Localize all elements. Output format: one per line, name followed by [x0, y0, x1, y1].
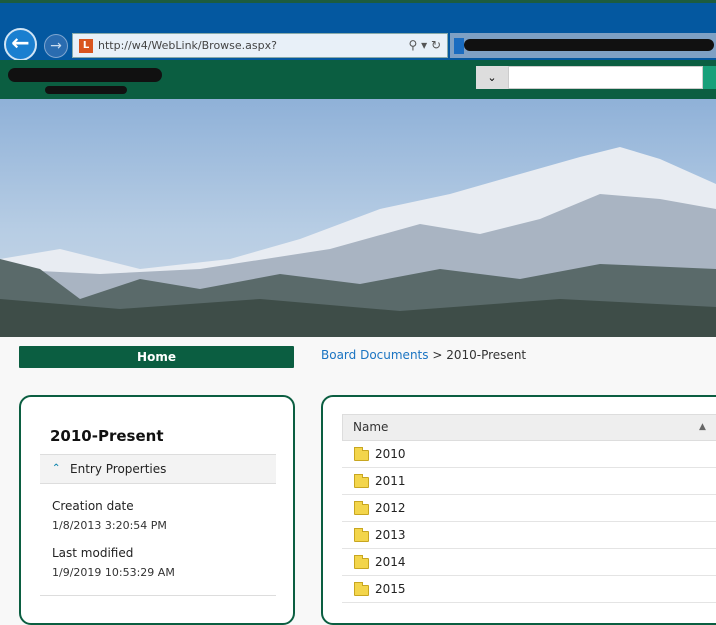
- breadcrumb: Board Documents > 2010-Present: [321, 348, 526, 362]
- breadcrumb-current: 2010-Present: [446, 348, 527, 362]
- home-button[interactable]: Home: [19, 346, 294, 368]
- folder-name: 2014: [375, 555, 406, 569]
- breadcrumb-board-documents[interactable]: Board Documents: [321, 348, 429, 362]
- sort-ascending-icon: ▲: [699, 422, 706, 432]
- entry-properties-toggle[interactable]: ⌃ Entry Properties: [40, 454, 276, 484]
- folder-row[interactable]: 2012: [342, 495, 716, 522]
- entry-title: 2010-Present: [50, 427, 164, 445]
- folder-icon: [354, 447, 369, 461]
- search-refresh-icon[interactable]: ⚲ ▾ ↻: [409, 34, 442, 57]
- search-input[interactable]: [508, 66, 703, 89]
- folder-list-panel: Name ▲ 2010 2011 2012 2013 2014 2015: [321, 395, 716, 625]
- forward-button[interactable]: →: [44, 34, 68, 58]
- logo-redaction: [45, 86, 127, 94]
- column-label: Name: [353, 420, 389, 434]
- folder-name: 2012: [375, 501, 406, 515]
- site-favicon-icon: L: [79, 39, 93, 53]
- property-value: 1/8/2013 3:20:54 PM: [52, 519, 167, 532]
- folder-row[interactable]: 2010: [342, 441, 716, 468]
- folder-name: 2011: [375, 474, 406, 488]
- property-label: Last modified: [52, 546, 134, 560]
- browser-tab[interactable]: [450, 33, 716, 58]
- divider: [40, 595, 276, 596]
- name-column-header[interactable]: Name ▲: [342, 414, 716, 441]
- back-button[interactable]: ←: [4, 28, 37, 61]
- folder-icon: [354, 528, 369, 542]
- folder-name: 2013: [375, 528, 406, 542]
- address-bar[interactable]: L http://w4/WebLink/Browse.aspx?id=54589…: [72, 33, 448, 75]
- folder-row[interactable]: 2013: [342, 522, 716, 549]
- search-scope-dropdown[interactable]: ⌄: [476, 66, 508, 89]
- folder-icon: [354, 582, 369, 596]
- folder-row[interactable]: 2014: [342, 549, 716, 576]
- folder-row[interactable]: 2011: [342, 468, 716, 495]
- folder-icon: [354, 474, 369, 488]
- mountain-banner-image: [0, 99, 716, 337]
- breadcrumb-separator: >: [432, 348, 443, 362]
- property-value: 1/9/2019 10:53:29 AM: [52, 566, 175, 579]
- folder-icon: [354, 555, 369, 569]
- logo-redaction: [8, 68, 162, 82]
- section-label: Entry Properties: [70, 462, 167, 476]
- entry-properties-panel: 2010-Present ⌃ Entry Properties Creation …: [19, 395, 295, 625]
- folder-icon: [354, 501, 369, 515]
- browser-toolbar: ← → L http://w4/WebLink/Browse.aspx?id=5…: [0, 0, 716, 75]
- property-label: Creation date: [52, 499, 134, 513]
- folder-name: 2010: [375, 447, 406, 461]
- tab-icon: [454, 38, 464, 54]
- collapse-chevron-icon: ⌃: [52, 463, 61, 474]
- folder-row[interactable]: 2015: [342, 576, 716, 603]
- redaction: [464, 39, 714, 51]
- folder-name: 2015: [375, 582, 406, 596]
- search-button[interactable]: [703, 66, 716, 89]
